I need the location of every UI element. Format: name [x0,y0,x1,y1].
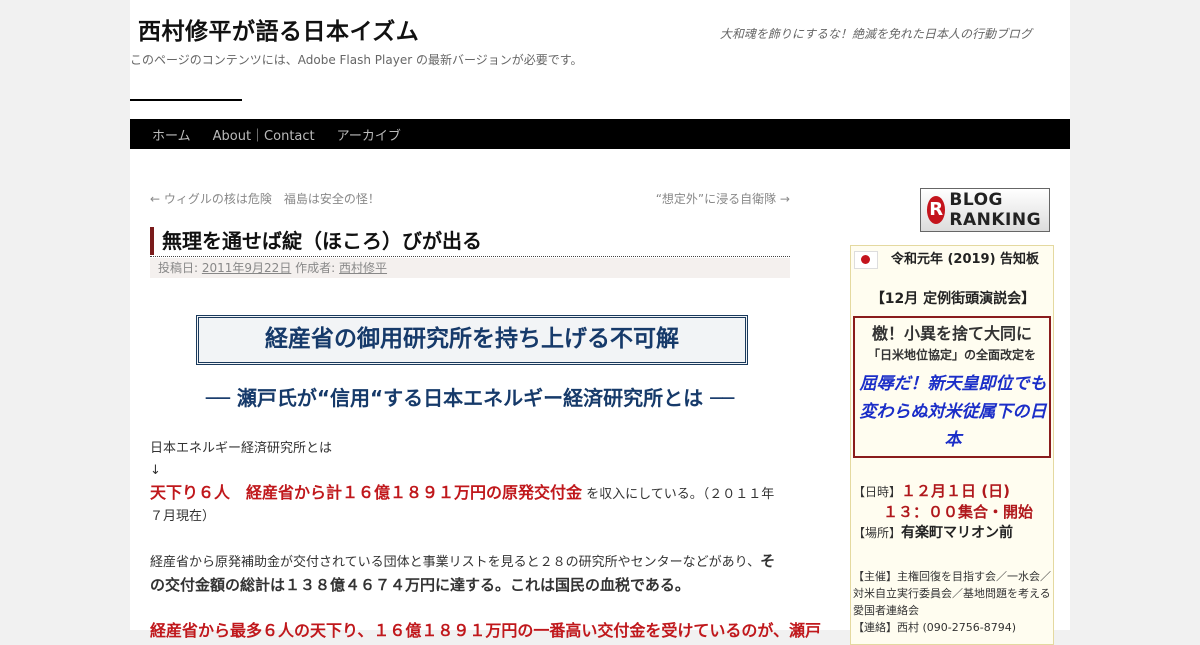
notice-board: 令和元年 (2019) 告知板 【12月 定例街頭演説会】 檄！小異を捨て大同に… [850,245,1054,645]
entry-title: 無理を通せば綻（ほころ）びが出る [150,227,798,255]
entry-meta: 投稿日: 2011年9月22日 作成者: 西村修平 [150,258,790,278]
meta-author-label: 作成者: [295,261,336,275]
next-post-link[interactable]: “想定外”に浸る自衛隊 → [656,190,790,207]
japan-flag-icon [854,251,878,269]
notice-title: 令和元年 (2019) 告知板 [890,252,1040,267]
paragraph-intro: 日本エネルギー経済研究所とは [150,441,333,456]
event-date-row: 【日時】１２月１日 (日) [853,480,1051,501]
event-time-row: １３：００集合・開始 [853,501,1051,522]
meta-date-link[interactable]: 2011年9月22日 [202,261,291,275]
event-place: 有楽町マリオン前 [901,525,1014,541]
site-tagline: 大和魂を飾りにするな！絶滅を免れた日本人の行動ブログ [719,27,1032,41]
arrow-down: ↓ [150,463,161,478]
meta-posted-label: 投稿日: [158,261,199,275]
event-info: 【日時】１２月１日 (日) １３：００集合・開始 【場所】有楽町マリオン前 [853,480,1051,542]
date-label: 【日時】 [853,485,902,499]
nav-item-about-contact[interactable]: About｜Contact [213,125,315,144]
event-sponsor: 【主催】主権回復を目指す会／一水会／対米自立実行委員会／基地問題を考える愛国者連… [853,568,1051,636]
paragraph-funding: 天下り６人 経産省から計１６億１８９１万円の原発交付金 を収入にしている。（２０… [150,482,786,528]
meta-author-link[interactable]: 西村修平 [339,261,387,275]
contact-text: 【連絡】西村 (090-2756-8794) [853,621,1017,634]
event-date: １２月１日 (日) [901,482,1010,500]
ranking-logo-icon: R [927,196,946,224]
main-content: ← ウィグルの核は危険 福島は安全の怪！ “想定外”に浸る自衛隊 → 無理を通せ… [150,190,821,640]
speech-topic-box: 檄！小異を捨て大同に 「日米地位協定」の全面改定を 屈辱だ！新天皇即位でも変わら… [853,316,1051,458]
blog-ranking-banner[interactable]: R BLOG RANKING [920,188,1050,232]
speech-demand: 「日米地位協定」の全面改定を [867,348,1036,362]
header-divider [130,99,242,101]
ranking-logo-text: BLOG RANKING [949,190,1042,230]
post-navigation: ← ウィグルの核は危険 福島は安全の怪！ “想定外”に浸る自衛隊 → [150,190,790,206]
main-navigation: ホーム About｜Contact アーカイブ [130,119,1070,149]
nav-item-home[interactable]: ホーム [152,125,191,144]
place-label: 【場所】 [853,526,902,540]
flash-player-note: このページのコンテンツには、Adobe Flash Player の最新バージョ… [130,53,583,67]
speech-slogan: 檄！小異を捨て大同に [871,324,1032,343]
event-time: １３：００集合・開始 [883,503,1034,521]
event-place-row: 【場所】有楽町マリオン前 [853,522,1051,542]
highlight-red-funding: 天下り６人 経産省から計１６億１８９１万円の原発交付金 [150,483,583,502]
total-text: 経産省から原発補助金が交付されている団体と事業リストを見ると２８の研究所やセンタ… [150,555,761,570]
boxed-heading: 経産省の御用研究所を持ち上げる不可解 [196,315,748,365]
nav-item-archive[interactable]: アーカイブ [337,125,401,144]
previous-post-link[interactable]: ← ウィグルの核は危険 福島は安全の怪！ [150,190,380,207]
notice-event-title: 【12月 定例街頭演説会】 [870,291,1036,307]
highlight-red-most: 経産省から最多６人の天下り、１６億１８９１万円の一番高い交付金を受けているのが、… [150,621,822,640]
paragraph-total: 経産省から原発補助金が交付されている団体と事業リストを見ると２８の研究所やセンタ… [150,550,786,598]
entry-body: 日本エネルギー経済研究所とは ↓ 天下り６人 経産省から計１６億１８９１万円の原… [150,438,822,642]
speech-message: 屈辱だ！新天皇即位でも変わらぬ対米従属下の日本 [859,374,1047,450]
title-divider [150,256,790,257]
sub-heading: ── 瀬戸氏が“信用“する日本エネルギー経済研究所とは ── [205,386,735,410]
sponsor-text: 【主催】主権回復を目指す会／一水会／対米自立実行委員会／基地問題を考える愛国者連… [853,570,1051,617]
page-wrapper: 西村修平が語る日本イズム 大和魂を飾りにするな！絶滅を免れた日本人の行動ブログ … [130,0,1070,645]
site-title[interactable]: 西村修平が語る日本イズム [138,12,419,46]
